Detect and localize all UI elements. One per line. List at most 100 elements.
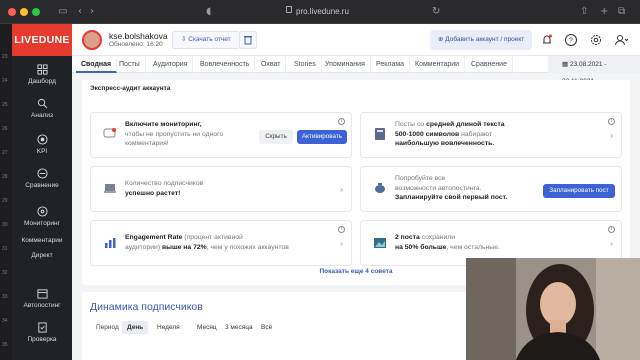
sidebar-toggle-icon[interactable]: ▭ <box>58 5 67 19</box>
line-number: 28 <box>2 174 8 180</box>
sidebar-item-label: Проверка <box>27 336 57 343</box>
bell-icon[interactable] <box>540 33 554 47</box>
bar-chart-icon <box>105 238 116 248</box>
card-line: средней длиной текста <box>426 121 505 128</box>
profile-menu-icon[interactable] <box>614 33 628 47</box>
card-line: Запланируйте свой первый пост. <box>395 194 508 201</box>
card-line: выше на 72% <box>161 243 207 251</box>
sidebar-item-comments[interactable]: Комментарии <box>12 237 72 244</box>
sidebar-item-label: Директ <box>31 252 53 259</box>
schedule-post-button[interactable]: Запланировать пост <box>543 184 615 198</box>
card-autoposting: Попробуйте все возможности автопостинга.… <box>360 166 622 212</box>
new-tab-icon[interactable]: + <box>600 5 608 19</box>
lock-icon <box>286 6 292 13</box>
tab-1[interactable]: Посты <box>114 56 146 73</box>
line-number: 27 <box>2 150 8 156</box>
info-icon[interactable]: i <box>608 226 615 233</box>
chevron-right-icon: › <box>340 185 343 194</box>
card-line: Посты со <box>395 121 427 128</box>
card-engagement-rate[interactable]: Engagement Rate (процент активной аудито… <box>90 220 352 266</box>
account-name[interactable]: kse.bolshakova <box>109 31 168 41</box>
tab-bar: ▦ 23.08.2021 - 23.11.2021 СводнаяПостыАу… <box>72 56 640 85</box>
card-line: Попробуйте все <box>395 175 446 182</box>
tab-7[interactable]: Реклама <box>371 56 411 73</box>
sidebar-item-monitoring[interactable]: Мониторинг <box>12 206 72 227</box>
tab-4[interactable]: Охват <box>256 56 287 73</box>
period-week-button[interactable]: Неделя <box>152 321 185 334</box>
delete-button[interactable] <box>239 31 257 49</box>
tab-6[interactable]: Упоминания <box>320 56 371 73</box>
line-number: 23 <box>2 54 8 60</box>
sidebar-item-analysis[interactable]: Анализ <box>12 98 72 119</box>
tab-0[interactable]: Сводная <box>76 56 118 73</box>
sidebar-item-direct[interactable]: Директ <box>12 252 72 259</box>
activate-button[interactable]: Активировать <box>297 130 347 144</box>
line-number: 30 <box>2 222 8 228</box>
card-line: Количество подписчиков <box>125 180 204 187</box>
forward-icon[interactable]: › <box>90 5 94 19</box>
add-account-button[interactable]: ⊕ Добавить аккаунт / проект <box>430 30 533 50</box>
tabs-overview-icon[interactable]: ⧉ <box>618 5 625 19</box>
sidebar-item-label: Автопостинг <box>23 302 61 309</box>
laptop-chart-icon <box>104 184 116 193</box>
card-post-length-text: Посты со средней длиной текста 500-1000 … <box>395 120 505 149</box>
section-title: Динамика подписчиков <box>90 301 203 313</box>
info-icon[interactable]: i <box>608 118 615 125</box>
period-3months-button[interactable]: 3 месяца <box>220 321 258 334</box>
sidebar-item-autoposting[interactable]: Автопостинг <box>12 288 72 309</box>
shield-icon[interactable]: ◖ <box>206 5 211 19</box>
compare-icon <box>36 168 48 179</box>
period-all-button[interactable]: Всё <box>256 321 277 334</box>
hide-button[interactable]: Скрыть <box>259 130 293 144</box>
tab-8[interactable]: Комментарии <box>410 56 466 73</box>
line-number: 24 <box>2 78 8 84</box>
avatar[interactable] <box>82 30 102 50</box>
gear-icon[interactable] <box>589 33 603 47</box>
share-icon[interactable]: ⇧ <box>580 5 588 19</box>
download-report-button[interactable]: ⇩ Скачать отчет <box>172 31 240 49</box>
card-subscribers[interactable]: Количество подписчиков успешно растет! › <box>90 166 352 212</box>
screen: ▭ ‹ › ◖ pro.livedune.ru ↻ ⇧ + ⧉ 23 24 25 26… <box>0 0 640 360</box>
minimize-window-button[interactable] <box>20 8 28 16</box>
top-bar: kse.bolshakova Обновлено: 16:20 ⇩ Скачат… <box>72 24 640 56</box>
teapot-icon <box>375 183 385 193</box>
card-line: 500-1000 символов <box>395 130 460 138</box>
livedune-logo[interactable]: LIVEDUNE <box>12 24 72 56</box>
help-icon[interactable]: ? <box>564 33 578 47</box>
tab-5[interactable]: Stories <box>289 56 322 73</box>
reload-icon[interactable]: ↻ <box>432 5 440 19</box>
line-number-gutter: 23 24 25 26 27 28 29 30 31 32 33 34 35 <box>0 24 12 360</box>
card-post-length[interactable]: Посты со средней длиной текста 500-1000 … <box>360 112 622 158</box>
presenter-video <box>466 258 640 360</box>
download-report-label: Скачать отчет <box>188 36 231 43</box>
sidebar-item-kpi[interactable]: KPI <box>12 134 72 155</box>
calculator-icon <box>375 128 385 140</box>
card-saved-posts-text: 2 поста сохранили на 50% больше, чем ост… <box>395 233 500 252</box>
period-month-button[interactable]: Месяц <box>192 321 222 334</box>
chat-bubble-icon <box>103 128 116 138</box>
tab-3[interactable]: Вовлеченность <box>195 56 256 73</box>
card-autoposting-text: Попробуйте все возможности автопостинга.… <box>395 174 507 203</box>
sidebar-item-compare[interactable]: Сравнение <box>12 168 72 189</box>
image-icon <box>374 238 386 248</box>
line-number: 35 <box>2 342 8 348</box>
date-range-picker[interactable]: ▦ 23.08.2021 - 23.11.2021 <box>548 56 640 85</box>
dashboard-icon <box>36 64 48 75</box>
sidebar-item-label: Дашборд <box>28 78 56 85</box>
sidebar-item-check[interactable]: Проверка <box>12 322 72 343</box>
address-bar[interactable]: pro.livedune.ru <box>296 5 349 19</box>
sidebar-item-label: Сравнение <box>25 182 59 189</box>
autoposting-icon <box>36 289 48 299</box>
tab-2[interactable]: Аудитория <box>148 56 194 73</box>
info-icon[interactable]: i <box>338 118 345 125</box>
line-number: 31 <box>2 246 8 252</box>
close-window-button[interactable] <box>8 8 16 16</box>
maximize-window-button[interactable] <box>32 8 40 16</box>
period-day-button[interactable]: День <box>122 321 149 334</box>
card-line: , чем у похожих аккаунтов <box>206 243 289 251</box>
sidebar-item-dashboard[interactable]: Дашборд <box>12 64 72 85</box>
tab-9[interactable]: Сравнение <box>466 56 513 73</box>
back-icon[interactable]: ‹ <box>78 5 82 19</box>
card-line: комментария! <box>125 140 169 147</box>
info-icon[interactable]: i <box>338 226 345 233</box>
